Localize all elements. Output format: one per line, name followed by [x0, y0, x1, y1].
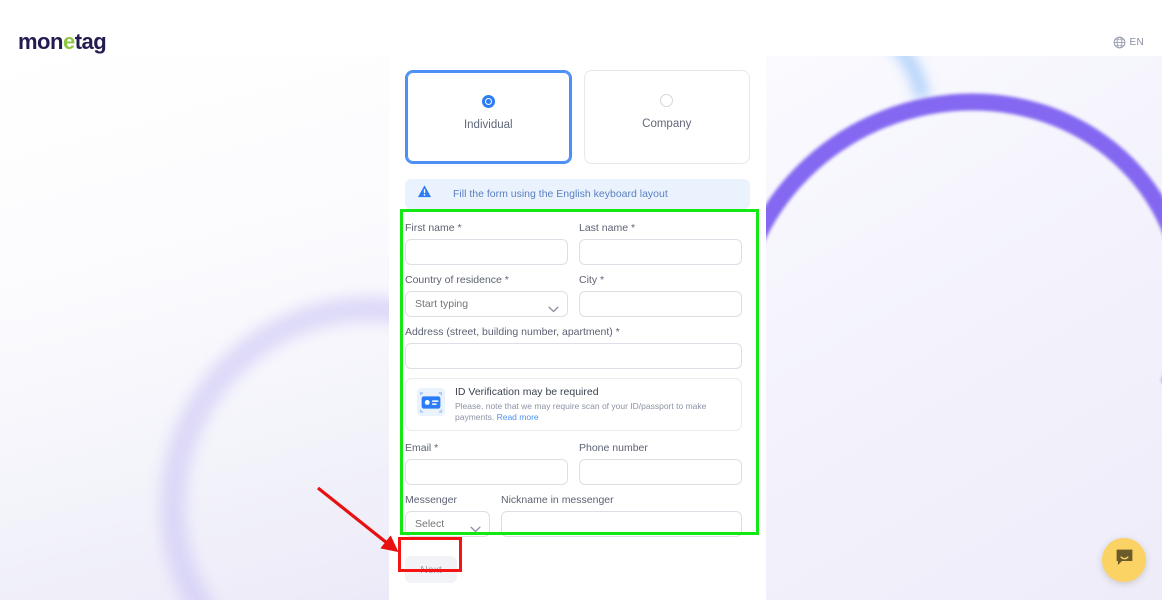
id-verification-title: ID Verification may be required: [455, 386, 599, 398]
page-header: monetag EN: [0, 0, 1162, 56]
country-label: Country of residence *: [405, 274, 509, 286]
chat-bubble-icon: [1114, 547, 1135, 573]
field-country: Country of residence *: [405, 274, 568, 317]
account-type-company[interactable]: Company: [583, 70, 750, 164]
field-phone: Phone number: [579, 442, 742, 485]
first-name-label: First name *: [405, 222, 462, 234]
id-verification-description: Please, note that we may require scan of…: [455, 401, 731, 423]
nickname-label: Nickname in messenger: [501, 494, 614, 506]
field-last-name: Last name *: [579, 222, 742, 265]
phone-label: Phone number: [579, 442, 648, 454]
field-nickname: Nickname in messenger: [501, 494, 742, 537]
radio-individual-icon: [481, 95, 495, 108]
language-label: EN: [1129, 37, 1144, 48]
address-input[interactable]: [405, 343, 742, 369]
id-card-icon: [416, 387, 446, 422]
keyboard-layout-notice-text: Fill the form using the English keyboard…: [453, 188, 668, 200]
city-input[interactable]: [579, 291, 742, 317]
background-art-left: [0, 56, 389, 600]
registration-form: First name * Last name * Country of resi…: [405, 222, 750, 583]
language-switcher[interactable]: EN: [1113, 36, 1145, 49]
radio-company-icon: [660, 94, 674, 107]
field-city: City *: [579, 274, 742, 317]
first-name-input[interactable]: [405, 239, 568, 265]
field-email: Email *: [405, 442, 568, 485]
chat-widget-button[interactable]: [1102, 538, 1146, 582]
field-first-name: First name *: [405, 222, 568, 265]
nickname-input[interactable]: [501, 511, 742, 537]
account-type-selector: Individual Company: [405, 70, 750, 164]
id-verification-notice: ID Verification may be required Please, …: [405, 378, 742, 431]
city-label: City *: [579, 274, 605, 286]
email-label: Email *: [405, 442, 439, 454]
phone-input[interactable]: [579, 459, 742, 485]
last-name-label: Last name *: [579, 222, 636, 234]
globe-icon: [1113, 36, 1126, 49]
decorative-arc-left: [160, 296, 389, 600]
monetag-logo[interactable]: monetag: [18, 29, 107, 54]
last-name-input[interactable]: [579, 239, 742, 265]
read-more-link[interactable]: Read more: [497, 412, 539, 422]
id-verification-text: Please, note that we may require scan of…: [455, 401, 707, 422]
field-messenger: Messenger: [405, 494, 490, 537]
next-button[interactable]: Next: [405, 556, 457, 583]
account-type-individual-label: Individual: [463, 119, 513, 131]
background-art-right: [766, 56, 1162, 600]
messenger-select[interactable]: [405, 511, 490, 537]
field-address: Address (street, building number, apartm…: [405, 326, 742, 369]
page-root: monetag EN Individual Company Fill the f…: [0, 0, 1162, 600]
logo-accent-letter: e: [62, 29, 75, 54]
address-label: Address (street, building number, apartm…: [405, 326, 620, 338]
email-input[interactable]: [405, 459, 568, 485]
country-input[interactable]: [405, 291, 568, 317]
messenger-label: Messenger: [405, 494, 457, 506]
account-type-company-label: Company: [642, 118, 692, 130]
account-type-individual[interactable]: Individual: [405, 70, 572, 164]
keyboard-layout-notice: Fill the form using the English keyboard…: [405, 179, 750, 209]
signup-form-card: Individual Company Fill the form using t…: [389, 56, 766, 600]
warning-triangle-icon: [417, 184, 432, 204]
